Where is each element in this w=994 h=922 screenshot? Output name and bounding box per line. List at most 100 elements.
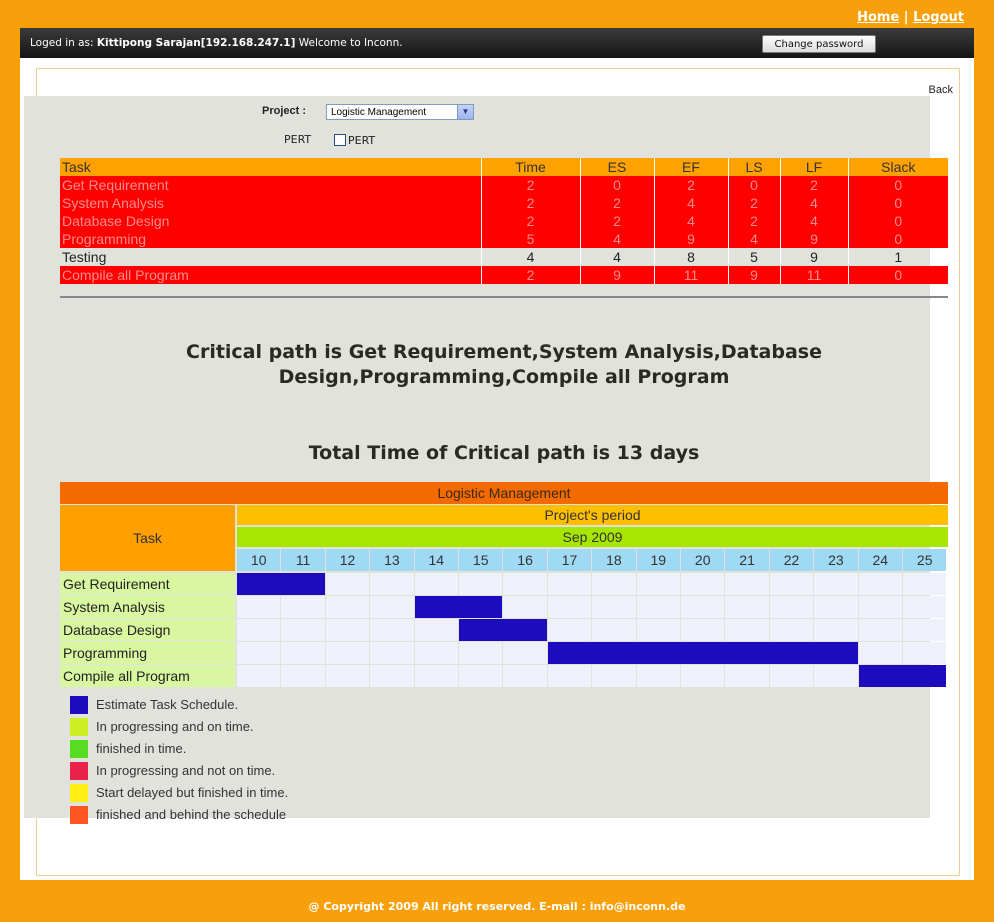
- pert-label: PERT: [284, 133, 312, 146]
- col-header-es: ES: [580, 158, 655, 176]
- gantt-cell: [903, 573, 947, 595]
- legend-label: Start delayed but finished in time.: [96, 785, 289, 800]
- gantt-cell: [814, 619, 858, 641]
- gantt-cell: [636, 596, 680, 618]
- gantt-cell: [592, 573, 636, 595]
- cell-lf: 11: [780, 266, 849, 284]
- gantt-cell: [547, 573, 592, 595]
- gantt-cell: [370, 665, 414, 687]
- gantt-day-header: 22: [769, 549, 814, 571]
- cell-es: 9: [580, 266, 655, 284]
- gantt-cell: [503, 665, 547, 687]
- gantt-cell: [503, 642, 547, 664]
- gantt-cell: [725, 573, 769, 595]
- gantt-day-header: 14: [414, 549, 458, 571]
- cell-es: 2: [580, 212, 655, 230]
- gantt-day-header: 23: [814, 549, 858, 571]
- gantt-cell: [547, 619, 592, 641]
- cell-slack: 0: [848, 194, 948, 212]
- back-link[interactable]: Back: [929, 84, 953, 96]
- gantt-task-label: Database Design: [60, 619, 235, 641]
- project-select[interactable]: Logistic Management ▼: [326, 104, 474, 120]
- gantt-cell: [237, 642, 281, 664]
- cell-task: Database Design: [60, 212, 482, 230]
- legend-label: In progressing and not on time.: [96, 763, 276, 778]
- legend-label: finished and behind the schedule: [96, 807, 287, 822]
- gantt-task-label: Programming: [60, 642, 235, 664]
- cell-ls: 2: [728, 212, 781, 230]
- pert-checkbox[interactable]: [334, 134, 346, 146]
- gantt-cell: [414, 573, 458, 595]
- gantt-cell: [858, 642, 902, 664]
- legend-label: finished in time.: [96, 741, 187, 756]
- gantt-cell: [370, 596, 414, 618]
- gantt-cell: [281, 596, 325, 618]
- gantt-cell: [281, 665, 325, 687]
- gantt-cell: [503, 596, 547, 618]
- gantt-cell: [769, 596, 814, 618]
- gantt-cell: [725, 596, 769, 618]
- chevron-down-icon[interactable]: ▼: [457, 105, 473, 119]
- legend-label: Estimate Task Schedule.: [96, 697, 239, 712]
- cell-ef: 2: [654, 176, 729, 194]
- logout-link[interactable]: Logout: [913, 10, 964, 25]
- gantt-cell: [769, 573, 814, 595]
- gantt-cell: [858, 573, 902, 595]
- gantt-month-header: Sep 2009: [237, 527, 948, 547]
- cell-es: 0: [580, 176, 655, 194]
- gantt-cell: [681, 573, 725, 595]
- cell-slack: 0: [848, 176, 948, 194]
- gantt-cell: [903, 619, 947, 641]
- change-password-button[interactable]: Change password: [762, 35, 876, 53]
- home-link[interactable]: Home: [857, 10, 899, 25]
- gantt-cell: [414, 642, 458, 664]
- gantt-cell: [325, 619, 370, 641]
- gantt-cell: [681, 596, 725, 618]
- gantt-day-header: 15: [459, 549, 503, 571]
- legend-swatch: [70, 806, 88, 824]
- login-info: Loged in as: Kittipong Sarajan[192.168.2…: [30, 37, 403, 49]
- gantt-cell: [814, 573, 858, 595]
- gantt-day-header: 25: [903, 549, 947, 571]
- gantt-cell: [681, 619, 725, 641]
- gantt-cell: [903, 642, 947, 664]
- gantt-day-header: 11: [281, 549, 325, 571]
- cell-time: 2: [481, 212, 581, 230]
- gantt-cell: [459, 642, 503, 664]
- gantt-cell: [237, 596, 281, 618]
- gantt-bar: [414, 596, 503, 618]
- gantt-cell: [414, 665, 458, 687]
- gantt-day-header: 24: [858, 549, 902, 571]
- cell-ls: 9: [728, 266, 781, 284]
- gantt-cell: [414, 619, 458, 641]
- table-row: Testing 4 4 8 5 9 1: [60, 248, 948, 266]
- cpm-header-row: Task Time ES EF LS LF Slack: [60, 158, 948, 176]
- login-bar: Loged in as: Kittipong Sarajan[192.168.2…: [20, 28, 974, 58]
- gantt-cell: [547, 596, 592, 618]
- gantt-cell: [636, 665, 680, 687]
- cell-es: 4: [580, 248, 655, 266]
- gantt-cell: [725, 665, 769, 687]
- gantt-task-header: Task: [60, 505, 235, 571]
- gantt-cell: [858, 619, 902, 641]
- critical-path-text: Critical path is Get Requirement,System …: [186, 341, 822, 388]
- gantt-day-header: 16: [503, 549, 547, 571]
- cell-ef: 8: [654, 248, 729, 266]
- cell-slack: 0: [848, 266, 948, 284]
- gantt-cell: [636, 619, 680, 641]
- cell-time: 2: [481, 176, 581, 194]
- cell-ef: 4: [654, 212, 729, 230]
- gantt-title: Logistic Management: [60, 482, 948, 504]
- gantt-bar: [459, 619, 547, 641]
- cell-ef: 11: [654, 266, 729, 284]
- gantt-cell: [903, 596, 947, 618]
- cell-slack: 0: [848, 212, 948, 230]
- gantt-task-label: Get Requirement: [60, 573, 235, 595]
- project-select-value: Logistic Management: [331, 107, 427, 118]
- col-header-lf: LF: [780, 158, 849, 176]
- footer: @ Copyright 2009 All right reserved. E-m…: [308, 900, 686, 913]
- gantt-cell: [370, 619, 414, 641]
- cell-lf: 4: [780, 194, 849, 212]
- gantt-cell: [592, 619, 636, 641]
- cell-task: Programming: [60, 230, 482, 248]
